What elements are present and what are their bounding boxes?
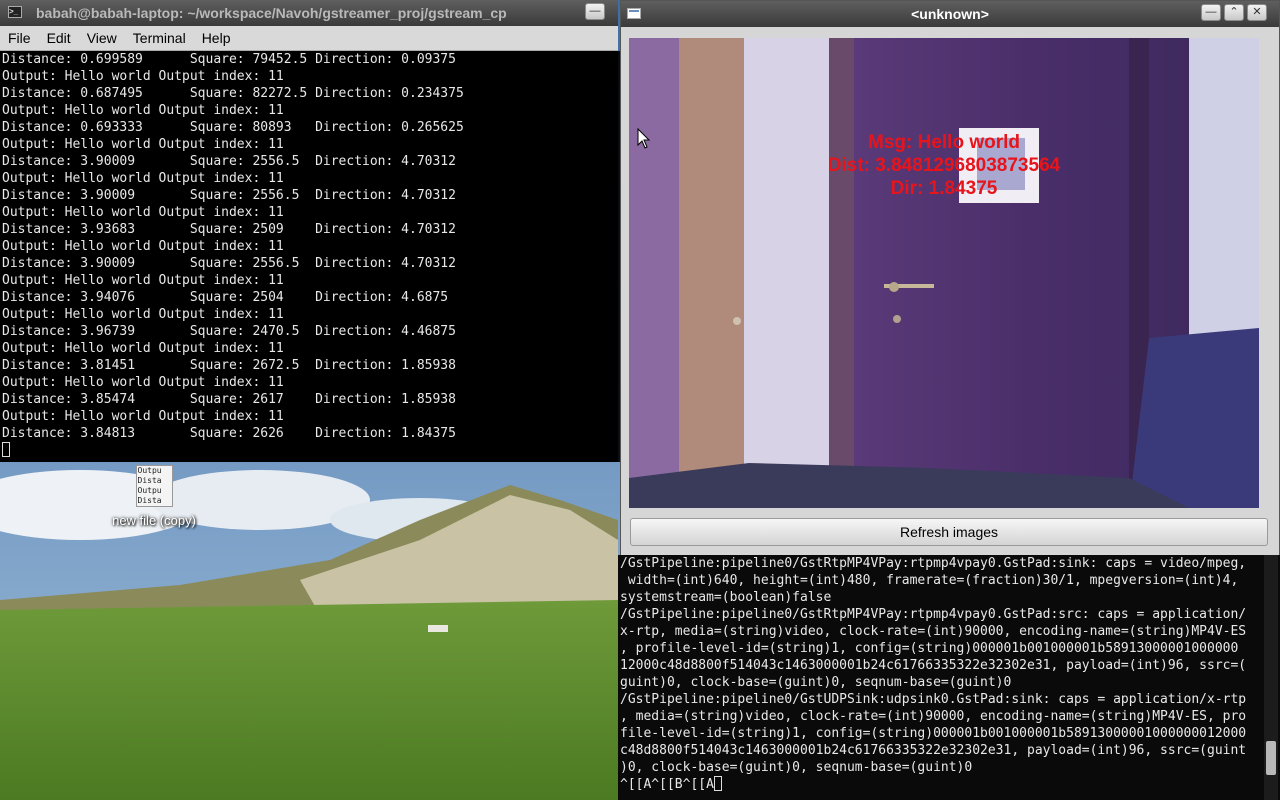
terminal-cursor [2, 442, 10, 457]
terminal-cursor [713, 776, 722, 791]
terminal-line: Distance: 0.693333 Square: 80893 Directi… [2, 120, 464, 135]
terminal-menubar: File Edit View Terminal Help [0, 26, 618, 51]
terminal-prompt: ^[[A^[[B^[[A [620, 777, 714, 792]
terminal-line: Distance: 3.90009 Square: 2556.5 Directi… [2, 256, 456, 271]
terminal-line: /GstPipeline:pipeline0/GstRtpMP4VPay:rtp… [620, 556, 1247, 571]
terminal-line: Output: Hello world Output index: 11 [2, 409, 284, 424]
terminal-line: systemstream=(boolean)false [620, 590, 832, 605]
terminal-line: Distance: 3.96739 Square: 2470.5 Directi… [2, 324, 456, 339]
terminal-line: x-rtp, media=(string)video, clock-rate=(… [620, 624, 1247, 639]
terminal-line: )0, clock-base=(guint)0, seqnum-base=(gu… [620, 760, 973, 775]
terminal-line: guint)0, clock-base=(guint)0, seqnum-bas… [620, 675, 1012, 690]
terminal-line: Output: Hello world Output index: 11 [2, 307, 284, 322]
terminal-line: Distance: 0.687495 Square: 82272.5 Direc… [2, 86, 464, 101]
terminal-line: , profile-level-id=(string)1, config=(st… [620, 641, 1239, 656]
terminal-line: , media=(string)video, clock-rate=(int)9… [620, 709, 1247, 724]
menu-view[interactable]: View [79, 26, 125, 46]
terminal-line: Output: Hello world Output index: 11 [2, 375, 284, 390]
terminal-titlebar[interactable]: >_ babah@babah-laptop: ~/workspace/Navoh… [0, 0, 618, 26]
terminal-line: Output: Hello world Output index: 11 [2, 103, 284, 118]
desktop-file-icon[interactable]: Outpu Dista Outpu Dista new file (copy) [100, 465, 208, 528]
terminal-output-2[interactable]: /GstPipeline:pipeline0/GstRtpMP4VPay:rtp… [620, 555, 1260, 800]
overlay-direction: Dir: 1.84375 [890, 178, 998, 199]
image-viewer-window[interactable]: <unknown> — ⌃ ✕ Msg: Hello world Dist: 3… [620, 0, 1280, 556]
camera-image [629, 38, 1259, 508]
terminal-line: Output: Hello world Output index: 11 [2, 69, 284, 84]
menu-file[interactable]: File [0, 26, 39, 46]
terminal-window[interactable]: >_ babah@babah-laptop: ~/workspace/Navoh… [0, 0, 620, 462]
terminal-line: /GstPipeline:pipeline0/GstUDPSink:udpsin… [620, 692, 1247, 707]
file-thumbnail: Outpu Dista Outpu Dista [135, 465, 173, 507]
desktop-file-label: new file (copy) [112, 513, 196, 528]
terminal-line: Distance: 3.90009 Square: 2556.5 Directi… [2, 154, 456, 169]
terminal-line: width=(int)640, height=(int)480, framera… [620, 573, 1239, 588]
terminal-line: Distance: 3.94076 Square: 2504 Direction… [2, 290, 449, 305]
terminal-line: Output: Hello world Output index: 11 [2, 341, 284, 356]
refresh-images-button[interactable]: Refresh images [630, 518, 1268, 546]
terminal-line: Distance: 3.93683 Square: 2509 Direction… [2, 222, 456, 237]
terminal-line: Distance: 3.81451 Square: 2672.5 Directi… [2, 358, 456, 373]
terminal-line: Output: Hello world Output index: 11 [2, 137, 284, 152]
terminal-output[interactable]: Distance: 0.699589 Square: 79452.5 Direc… [0, 51, 620, 462]
scrollbar-thumb[interactable] [1266, 741, 1276, 775]
terminal-prompt-line: ^[[A^[[B^[[A [620, 776, 1260, 793]
terminal-line: Distance: 0.699589 Square: 79452.5 Direc… [2, 52, 456, 67]
detection-overlay: Msg: Hello world Dist: 3.848129680387356… [629, 131, 1259, 200]
terminal-title: babah@babah-laptop: ~/workspace/Navoh/gs… [36, 5, 507, 21]
terminal-line: Output: Hello world Output index: 11 [2, 171, 284, 186]
terminal-line: Output: Hello world Output index: 11 [2, 205, 284, 220]
terminal-line: Distance: 3.84813 Square: 2626 Direction… [2, 426, 456, 441]
menu-terminal[interactable]: Terminal [125, 26, 194, 46]
terminal-line: 12000c48d8800f514043c1463000001b24c61766… [620, 658, 1247, 673]
overlay-distance: Dist: 3.8481296803873564 [827, 155, 1061, 176]
terminal-line: Distance: 3.90009 Square: 2556.5 Directi… [2, 188, 456, 203]
viewer-title: <unknown> [911, 6, 989, 22]
viewer-titlebar[interactable]: <unknown> — ⌃ ✕ [621, 1, 1279, 27]
maximize-button[interactable]: ⌃ [1224, 4, 1244, 21]
terminal-line: Output: Hello world Output index: 11 [2, 239, 284, 254]
terminal-line: Distance: 3.85474 Square: 2617 Direction… [2, 392, 456, 407]
menu-edit[interactable]: Edit [39, 26, 79, 46]
terminal-window-2[interactable]: /GstPipeline:pipeline0/GstRtpMP4VPay:rtp… [618, 555, 1280, 800]
close-button[interactable]: ✕ [1247, 4, 1267, 21]
terminal-app-icon: >_ [8, 6, 22, 18]
overlay-message: Msg: Hello world [868, 132, 1020, 153]
terminal-line: file-level-id=(string)1, config=(string)… [620, 726, 1247, 741]
minimize-button[interactable]: — [585, 3, 605, 20]
minimize-button[interactable]: — [1201, 4, 1221, 21]
terminal-line: /GstPipeline:pipeline0/GstRtpMP4VPay:rtp… [620, 607, 1247, 622]
menu-help[interactable]: Help [194, 26, 239, 46]
terminal-line: c48d8800f514043c1463000001b24c6176633532… [620, 743, 1247, 758]
terminal-scrollbar[interactable] [1264, 555, 1278, 800]
mouse-pointer-icon [637, 128, 651, 149]
terminal-line: Output: Hello world Output index: 11 [2, 273, 284, 288]
